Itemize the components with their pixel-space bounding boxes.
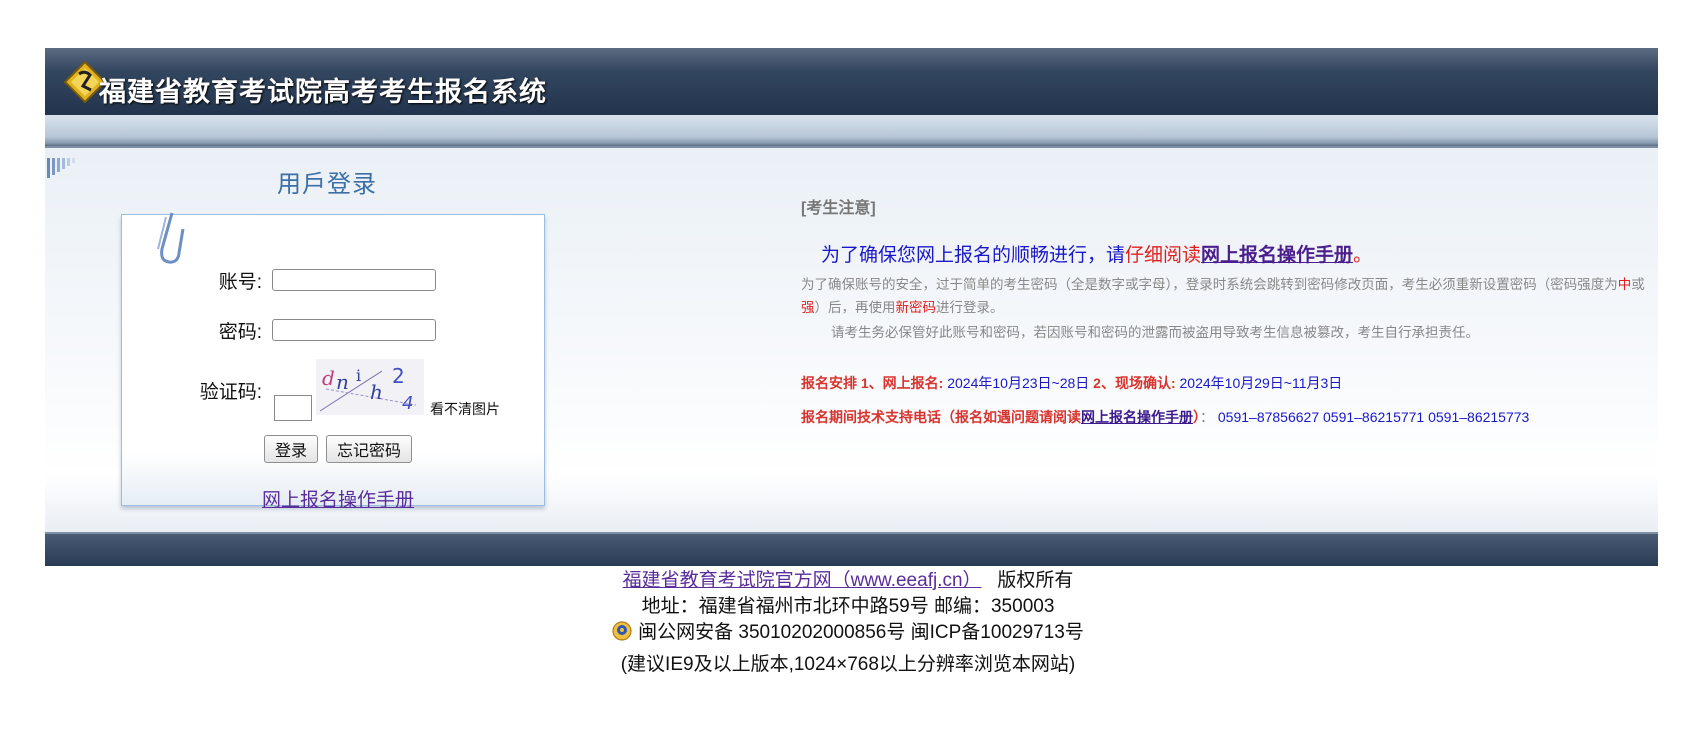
copyright-text: 版权所有 bbox=[981, 570, 1074, 591]
schedule-label-2: 2、现场确认: bbox=[1093, 375, 1176, 391]
manual-link[interactable]: 网上报名操作手册 bbox=[262, 485, 414, 512]
police-badge-icon bbox=[612, 621, 632, 641]
browser-tip: (建议IE9及以上版本,1024×768以上分辨率浏览本网站) bbox=[620, 654, 1076, 675]
schedule-line: 报名安排 1、网上报名: 2024年10月23日~28日 2、现场确认: 202… bbox=[801, 373, 1651, 393]
bottom-bar bbox=[45, 532, 1658, 566]
login-button[interactable]: 登录 bbox=[264, 435, 319, 463]
intro-text: 为了确保您网上报名的顺畅进行，请 bbox=[821, 245, 1126, 266]
p1-strong: 强 bbox=[801, 300, 815, 315]
paperclip-icon bbox=[157, 212, 185, 264]
password-label: 密码: bbox=[218, 322, 262, 343]
schedule-online-dates: 2024年10月23日~28日 bbox=[943, 375, 1094, 391]
schedule-label: 报名安排 1、网上报名: bbox=[801, 375, 944, 391]
svg-text:n: n bbox=[336, 370, 349, 394]
support-close: ） bbox=[1193, 409, 1200, 425]
notice-panel: [考生注意] 为了确保您网上报名的顺畅进行，请仔细阅读网上报名操作手册。 为了确… bbox=[801, 194, 1651, 427]
support-label: 报名期间技术支持电话（报名如遇问题请阅读 bbox=[801, 409, 1081, 425]
address-text: 地址：福建省福州市北环中路59号 邮编：350003 bbox=[641, 596, 1055, 617]
account-label: 账号: bbox=[218, 272, 262, 293]
password-input[interactable] bbox=[272, 319, 436, 341]
footer-line-1: 福建省教育考试院官方网（www.eeafj.cn） 版权所有 bbox=[0, 568, 1696, 594]
header-bar: 福建省教育考试院高考考生报名系统 bbox=[45, 48, 1658, 115]
login-title: 用戶登录 bbox=[277, 171, 377, 198]
system-title: 福建省教育考试院高考考生报名系统 bbox=[99, 77, 547, 107]
captcha-refresh-link[interactable]: 看不清图片 bbox=[430, 399, 500, 419]
intro-emphasis: 仔细阅读 bbox=[1125, 245, 1202, 266]
svg-text:h: h bbox=[370, 380, 383, 404]
support-manual-link[interactable]: 网上报名操作手册 bbox=[1081, 409, 1193, 425]
notice-paragraph-1: 为了确保账号的安全，过于简单的考生密码（全是数字或字母），登录时系统会跳转到密码… bbox=[801, 273, 1651, 319]
login-box: 账号: 密码: 验证码: d n i h 2 4 看不清图片 登录 忘记密码 网… bbox=[121, 212, 545, 511]
notice-intro: 为了确保您网上报名的顺畅进行，请仔细阅读网上报名操作手册。 bbox=[821, 240, 1651, 267]
sub-header-bar bbox=[45, 115, 1658, 146]
stripes-decoration-icon bbox=[47, 158, 75, 178]
captcha-input[interactable] bbox=[274, 395, 312, 421]
icp-text: 闽公网安备 35010202000856号 闽ICP备10029713号 bbox=[638, 622, 1084, 643]
schedule-confirm-dates: 2024年10月29日~11月3日 bbox=[1175, 375, 1343, 391]
footer: 福建省教育考试院官方网（www.eeafj.cn） 版权所有 地址：福建省福州市… bbox=[0, 568, 1696, 678]
notice-paragraph-2: 请考生务必保管好此账号和密码，若因账号和密码的泄露而被盗用导致考生信息被篡改，考… bbox=[831, 325, 1479, 340]
p1-text-2: ）后，再使用 bbox=[814, 300, 896, 315]
forgot-password-button[interactable]: 忘记密码 bbox=[326, 435, 413, 463]
support-line: 报名期间技术支持电话（报名如遇问题请阅读网上报名操作手册）： 0591–8785… bbox=[801, 407, 1651, 427]
p1-text-3: 进行登录。 bbox=[936, 300, 1004, 315]
footer-line-3: 闽公网安备 35010202000856号 闽ICP备10029713号 bbox=[0, 620, 1696, 646]
p1-text: 为了确保账号的安全，过于简单的考生密码（全是数字或字母），登录时系统会跳转到密码… bbox=[801, 277, 1618, 292]
svg-text:i: i bbox=[356, 366, 361, 385]
svg-text:d: d bbox=[322, 366, 335, 390]
captcha-image[interactable]: d n i h 2 4 bbox=[316, 359, 424, 415]
account-input[interactable] bbox=[272, 269, 436, 291]
svg-text:2: 2 bbox=[392, 364, 405, 388]
support-phones: 0591–87856627 0591–86215771 0591–8621577… bbox=[1214, 409, 1530, 425]
svg-text:4: 4 bbox=[402, 393, 413, 414]
p1-new-password: 新密码 bbox=[895, 300, 937, 315]
intro-manual-link[interactable]: 网上报名操作手册 bbox=[1201, 245, 1353, 266]
official-site-link[interactable]: 福建省教育考试院官方网（www.eeafj.cn） bbox=[623, 570, 982, 591]
page-frame: 福建省教育考试院高考考生报名系统 用戶登录 账号: 密码: 验证码: d n i… bbox=[45, 48, 1658, 566]
intro-end: 。 bbox=[1353, 245, 1373, 266]
captcha-label: 验证码: bbox=[199, 382, 262, 403]
main-panel: 用戶登录 账号: 密码: 验证码: d n i h 2 4 看不清图片 登录 忘… bbox=[45, 146, 1658, 532]
p1-medium: 中 bbox=[1617, 277, 1632, 292]
notice-heading: [考生注意] bbox=[801, 200, 876, 217]
support-colon: ： bbox=[1200, 409, 1214, 425]
p1-or: 或 bbox=[1631, 277, 1645, 292]
